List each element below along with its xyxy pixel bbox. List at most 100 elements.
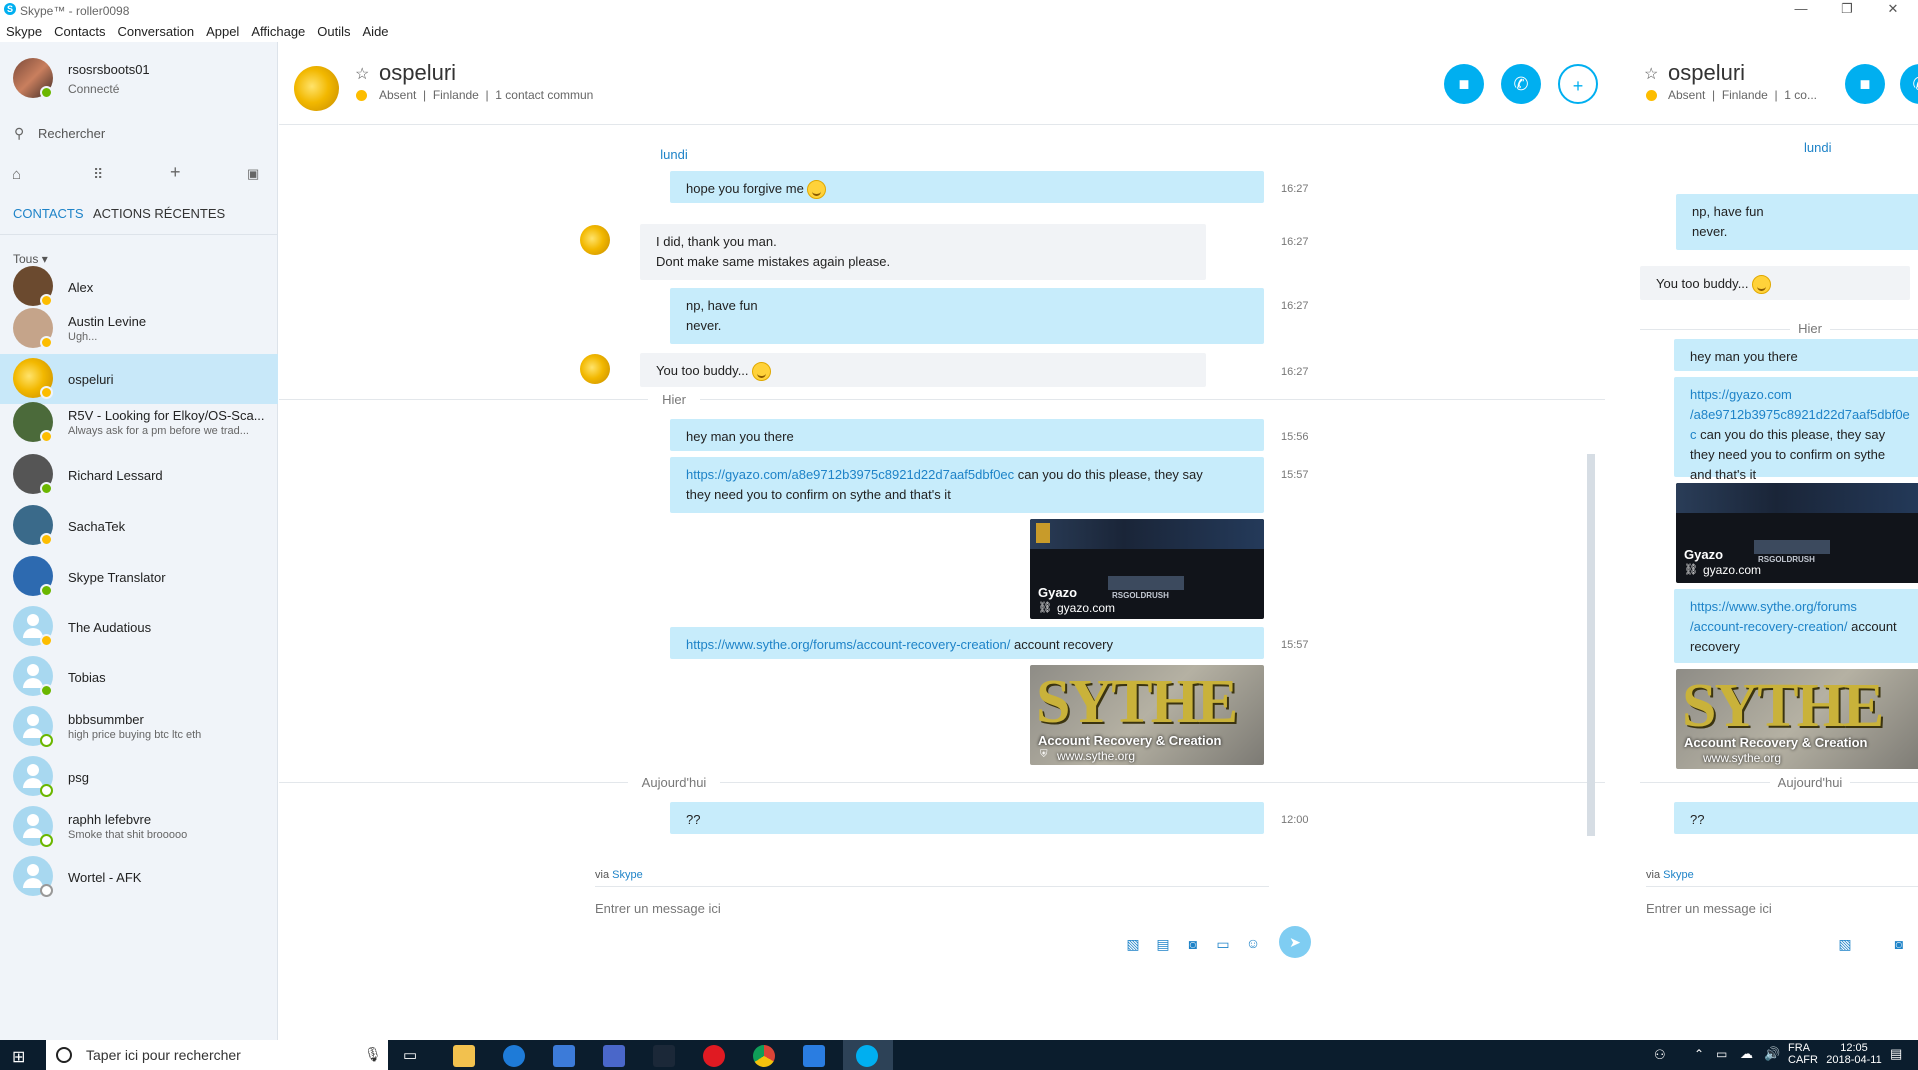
link-preview-gyazo[interactable]: RSGOLDRUSH Gyazo ⛓ gyazo.com <box>1030 519 1264 619</box>
message-bubble[interactable]: hope you forgive me <box>670 171 1264 203</box>
message-bubble[interactable]: ?? <box>1674 802 1918 834</box>
send-contact-icon[interactable]: ▭ <box>1214 936 1232 952</box>
add-icon[interactable]: + <box>170 162 181 183</box>
notifications-icon[interactable]: ▤ <box>1890 1046 1902 1062</box>
maximize-button[interactable]: ❐ <box>1824 0 1870 20</box>
link-preview-sythe[interactable]: SYTHE Account Recovery & Creation ⛨ www.… <box>1030 665 1264 765</box>
menu-skype[interactable]: Skype <box>0 22 48 42</box>
message-input[interactable]: Entrer un message ici <box>595 901 721 916</box>
profile-name[interactable]: rsosrsboots01 <box>68 62 150 77</box>
menu-contacts[interactable]: Contacts <box>48 22 111 42</box>
security-icon[interactable] <box>803 1045 825 1067</box>
menu-aide[interactable]: Aide <box>357 22 395 42</box>
message-time: 12:00 <box>1281 814 1309 826</box>
menu-affichage[interactable]: Affichage <box>245 22 311 42</box>
search-input[interactable]: Rechercher <box>38 126 105 141</box>
message-input[interactable]: Entrer un message ici <box>1646 901 1772 916</box>
message-bubble[interactable]: https://gyazo.com/a8e9712b3975c8921d22d7… <box>670 457 1264 513</box>
via-skype-link[interactable]: Skype <box>1663 869 1694 881</box>
home-icon[interactable]: ⌂ <box>12 166 21 183</box>
message-bubble[interactable]: ?? <box>670 802 1264 834</box>
send-image-icon[interactable]: ▧ <box>1836 936 1854 952</box>
language-indicator[interactable]: FRA CAFR <box>1788 1042 1818 1066</box>
send-file-icon[interactable]: ▤ <box>1154 936 1172 952</box>
steam-icon[interactable] <box>653 1045 675 1067</box>
message-bubble[interactable]: You too buddy... <box>640 353 1206 387</box>
contact-item[interactable]: Wortel - AFK <box>0 852 278 902</box>
voice-call-button[interactable]: ✆ <box>1501 64 1541 104</box>
video-message-icon[interactable]: ◙ <box>1890 936 1908 952</box>
tab-recent-actions[interactable]: ACTIONS RÉCENTES <box>93 206 225 221</box>
message-link[interactable]: /account-recovery-creation/ <box>1690 619 1848 634</box>
add-contact-button[interactable]: + <box>1558 64 1598 104</box>
message-link[interactable]: https://gyazo.com <box>1690 385 1908 405</box>
network-icon[interactable]: ▭ <box>1716 1047 1727 1061</box>
app-icon[interactable] <box>603 1045 625 1067</box>
contact-item[interactable]: bbbsummber high price buying btc ltc eth <box>0 702 278 752</box>
video-call-button[interactable]: ■ <box>1444 64 1484 104</box>
menu-outils[interactable]: Outils <box>311 22 356 42</box>
message-link[interactable]: https://www.sythe.org/forums/account-rec… <box>686 637 1010 652</box>
favorite-star-icon[interactable]: ☆ <box>1644 64 1658 84</box>
contact-card-icon[interactable]: ▣ <box>247 166 259 182</box>
contact-item[interactable]: Richard Lessard <box>0 450 278 500</box>
message-bubble[interactable]: hey man you there <box>1674 339 1918 371</box>
sender-avatar[interactable] <box>580 225 610 255</box>
contact-item[interactable]: raphh lefebvre Smoke that shit brooooo <box>0 802 278 852</box>
file-explorer-icon[interactable] <box>453 1045 475 1067</box>
dialpad-icon[interactable]: ⠿ <box>93 166 103 183</box>
clock[interactable]: 12:05 2018-04-11 <box>1822 1042 1886 1066</box>
message-bubble[interactable]: hey man you there <box>670 419 1264 451</box>
favorite-star-icon[interactable]: ☆ <box>355 64 369 84</box>
windows-start-icon[interactable]: ⊞ <box>12 1047 25 1067</box>
send-image-icon[interactable]: ▧ <box>1124 936 1142 952</box>
minimize-button[interactable]: — <box>1778 0 1824 20</box>
tab-contacts[interactable]: CONTACTS <box>13 206 84 221</box>
message-link[interactable]: https://gyazo.com/a8e9712b3975c8921d22d7… <box>686 467 1014 482</box>
contact-item[interactable]: SachaTek <box>0 501 278 551</box>
scrollbar[interactable] <box>1587 454 1595 836</box>
message-bubble[interactable]: np, have fun never. <box>670 288 1264 344</box>
contact-item[interactable]: Austin Levine Ugh... <box>0 304 278 354</box>
sender-avatar[interactable] <box>580 354 610 384</box>
contact-item[interactable]: Skype Translator <box>0 552 278 602</box>
message-bubble[interactable]: https://www.sythe.org/forums /account-re… <box>1674 589 1918 663</box>
contact-item[interactable]: R5V - Looking for Elkoy/OS-Sca... Always … <box>0 398 278 448</box>
video-message-icon[interactable]: ◙ <box>1184 936 1202 952</box>
message-link[interactable]: /a8e9712b3975c8921d22d7aaf5dbf0e <box>1690 405 1910 425</box>
chrome-icon[interactable] <box>753 1045 775 1067</box>
message-bubble[interactable]: https://gyazo.com /a8e9712b3975c8921d22d… <box>1674 377 1918 482</box>
task-view-icon[interactable]: ▭ <box>403 1046 417 1064</box>
taskbar-search[interactable]: Taper ici pour rechercher 🎙 <box>46 1040 388 1070</box>
video-call-button[interactable]: ■ <box>1845 64 1885 104</box>
link-preview-sythe[interactable]: SYTHE Account Recovery & Creation www.sy… <box>1676 669 1918 769</box>
chevron-up-icon[interactable]: ⌃ <box>1694 1047 1704 1061</box>
contact-item[interactable]: psg <box>0 752 278 802</box>
via-skype-link[interactable]: Skype <box>612 869 643 881</box>
contact-item[interactable]: The Audatious <box>0 602 278 652</box>
message-bubble[interactable]: You too buddy... <box>1640 266 1910 300</box>
emoji-icon[interactable]: ☺ <box>1244 935 1262 951</box>
contact-item[interactable]: ospeluri <box>0 354 278 404</box>
voice-call-button[interactable]: ✆ <box>1900 64 1918 104</box>
opera-icon[interactable] <box>703 1045 725 1067</box>
away-status-icon <box>40 533 53 546</box>
message-link[interactable]: https://www.sythe.org/forums <box>1690 597 1908 617</box>
link-preview-gyazo[interactable]: RSGOLDRUSH Gyazo ⛓ gyazo.com <box>1676 483 1918 583</box>
close-button[interactable]: ✕ <box>1870 0 1916 20</box>
taskbar-search-input[interactable]: Taper ici pour rechercher <box>86 1047 241 1063</box>
message-bubble[interactable]: https://www.sythe.org/forums/account-rec… <box>670 627 1264 659</box>
volume-icon[interactable]: 🔊 <box>1764 1046 1780 1062</box>
menu-conversation[interactable]: Conversation <box>111 22 200 42</box>
store-icon[interactable] <box>553 1045 575 1067</box>
microphone-icon[interactable]: 🎙 <box>364 1046 382 1063</box>
onedrive-icon[interactable]: ☁ <box>1740 1046 1753 1062</box>
contact-avatar[interactable] <box>294 66 339 111</box>
edge-icon[interactable] <box>503 1045 525 1067</box>
people-icon[interactable]: ⚇ <box>1654 1047 1666 1063</box>
send-button[interactable]: ➤ <box>1279 926 1311 958</box>
message-bubble[interactable]: I did, thank you man. Dont make same mist… <box>640 224 1206 280</box>
message-bubble[interactable]: np, have fun never. <box>1676 194 1918 250</box>
contact-item[interactable]: Tobias <box>0 652 278 702</box>
menu-appel[interactable]: Appel <box>200 22 245 42</box>
